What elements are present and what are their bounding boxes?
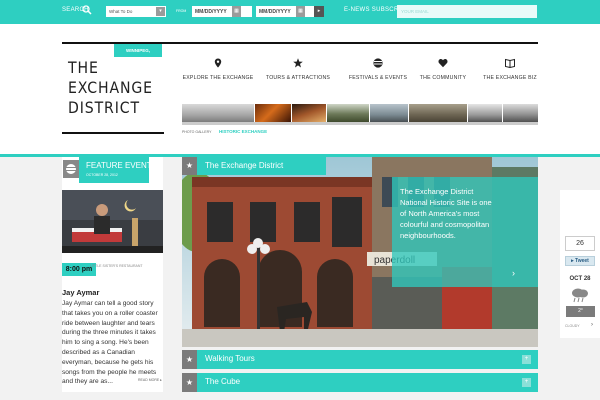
nav-biz[interactable]: THE EXCHANGE BIZ — [470, 58, 550, 81]
what-to-do-value: What To Do — [109, 9, 133, 14]
plus-icon[interactable]: + — [522, 355, 531, 364]
search-icon[interactable] — [82, 5, 92, 15]
next-arrow-icon[interactable]: › — [512, 268, 515, 278]
logo-line: THE — [68, 58, 99, 77]
hero-caption: The Exchange District National Historic … — [400, 187, 492, 240]
gallery-thumb[interactable] — [468, 104, 502, 122]
gallery-thumb[interactable] — [182, 104, 254, 122]
accordion-label: Walking Tours — [205, 354, 255, 363]
weather-next-icon[interactable]: › — [591, 322, 593, 328]
weather-temp: 2° — [566, 306, 595, 317]
star-icon: ★ — [182, 157, 197, 175]
search-submit-button[interactable]: ▸ — [314, 6, 324, 17]
gallery-thumb[interactable] — [409, 104, 467, 122]
to-date-field[interactable]: MM/DD/YYYY — [256, 6, 316, 17]
feature-event-image[interactable] — [62, 190, 163, 253]
event-description: Jay Aymar can tell a good story that tak… — [62, 300, 158, 386]
tweet-label: Tweet — [575, 258, 589, 264]
what-to-do-select[interactable]: What To Do ▾ — [106, 6, 166, 17]
from-label: FROM — [176, 9, 187, 13]
to-label: TO — [246, 9, 251, 13]
cloud-rain-icon — [572, 288, 588, 303]
tweet-count: 26 — [565, 236, 595, 251]
gallery-thumb[interactable] — [292, 104, 326, 122]
star-icon: ★ — [182, 350, 197, 369]
logo-rule — [62, 132, 164, 134]
gallery-thumb[interactable] — [503, 104, 538, 122]
event-name[interactable]: Jay Aymar — [62, 288, 99, 297]
read-more-label: READ MORE — [138, 378, 160, 382]
accordion-label: The Cube — [205, 377, 241, 386]
nav-tours[interactable]: TOURS & ATTRACTIONS — [258, 58, 338, 81]
heart-icon — [438, 59, 448, 68]
logo-line: EXCHANGE — [68, 78, 153, 97]
hero-title: The Exchange District — [205, 161, 284, 170]
calendar-icon[interactable]: ▦ — [232, 6, 241, 17]
nav-label: THE EXCHANGE BIZ — [483, 75, 537, 81]
photo-gallery-label[interactable]: PHOTO GALLERY — [182, 130, 211, 134]
calendar-icon[interactable]: ▦ — [296, 6, 305, 17]
chevron-down-icon: ▾ — [156, 7, 165, 16]
site-logo[interactable]: THE EXCHANGE DISTRICT — [68, 58, 156, 118]
gallery-thumb[interactable] — [255, 104, 291, 122]
book-icon — [505, 58, 515, 68]
festival-icon — [373, 58, 383, 68]
event-icon — [63, 160, 79, 178]
read-more-link[interactable]: READ MORE ▸ — [138, 378, 162, 382]
nav-label: EXPLORE THE EXCHANGE — [182, 75, 254, 81]
plus-icon[interactable]: + — [522, 378, 531, 387]
logo-line: DISTRICT — [68, 98, 140, 117]
gallery-thumb[interactable] — [370, 104, 408, 122]
star-icon: ★ — [182, 373, 197, 392]
event-venue: LITTLE SISTER'S RESTAURANT — [90, 264, 143, 268]
tweet-button[interactable]: ▸ Tweet — [565, 256, 595, 266]
accordion-walking-tours[interactable]: ★ Walking Tours + — [182, 350, 538, 369]
historic-exchange-link[interactable]: HISTORIC EXCHANGE — [219, 129, 267, 134]
feature-event-date: OCTOBER 28, 2012 — [86, 173, 118, 177]
accordion-the-cube[interactable]: ★ The Cube + — [182, 373, 538, 392]
star-icon — [293, 58, 303, 68]
nav-label: TOURS & ATTRACTIONS — [265, 75, 331, 81]
strip-scrollbar[interactable] — [182, 122, 538, 125]
feature-event-heading: FEATURE EVENT — [86, 161, 152, 170]
from-date-field[interactable]: MM/DD/YYYY — [192, 6, 252, 17]
gallery-thumb[interactable] — [327, 104, 369, 122]
map-pin-icon — [214, 58, 222, 68]
weather-condition: CLOUDY — [565, 324, 580, 328]
email-field[interactable]: YOUR EMAIL — [397, 5, 537, 18]
location-tag: WINNIPEG, MANITOBA — [114, 44, 162, 66]
nav-explore[interactable]: EXPLORE THE EXCHANGE — [178, 58, 258, 81]
weather-date: OCT 28 — [569, 276, 591, 282]
